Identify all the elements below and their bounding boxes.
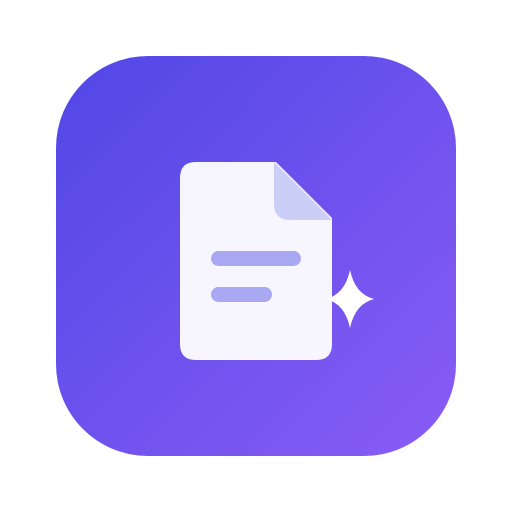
app-icon-background [56,56,456,456]
app-icon[interactable] [56,56,456,456]
icon-canvas [0,0,512,512]
